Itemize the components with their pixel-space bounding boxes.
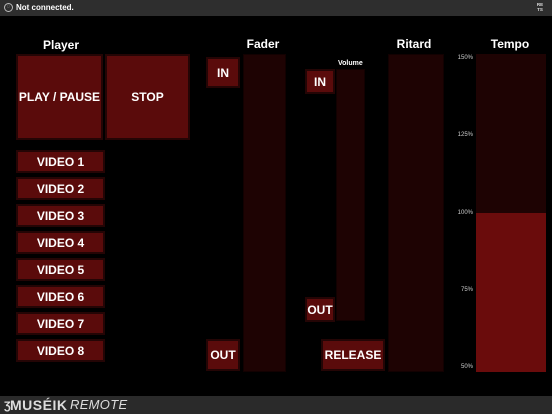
tempo-header: Tempo xyxy=(490,37,530,51)
ritard-slider[interactable] xyxy=(388,54,444,372)
volume-slider[interactable] xyxy=(336,69,365,321)
tempo-tick-50: 50% xyxy=(460,364,473,370)
ritard-out-button[interactable]: OUT xyxy=(305,297,335,322)
corner-badge[interactable]: RE TS xyxy=(534,2,546,12)
ritard-header: Ritard xyxy=(396,37,432,51)
tempo-tick-150: 150% xyxy=(457,55,473,61)
tempo-level-fill xyxy=(476,213,546,372)
circle-status-icon: ◌ xyxy=(4,3,13,12)
video-3-button[interactable]: VIDEO 3 xyxy=(16,204,105,227)
video-2-button[interactable]: VIDEO 2 xyxy=(16,177,105,200)
stop-button[interactable]: STOP xyxy=(105,54,190,140)
video-7-button[interactable]: VIDEO 7 xyxy=(16,312,105,335)
video-8-button[interactable]: VIDEO 8 xyxy=(16,339,105,362)
video-1-button[interactable]: VIDEO 1 xyxy=(16,150,105,173)
play-pause-button[interactable]: PLAY / PAUSE xyxy=(16,54,103,140)
fader-in-button[interactable]: IN xyxy=(206,57,240,88)
fader-slider[interactable] xyxy=(243,54,286,372)
video-6-button[interactable]: VIDEO 6 xyxy=(16,285,105,308)
fader-header: Fader xyxy=(246,37,280,51)
video-5-button[interactable]: VIDEO 5 xyxy=(16,258,105,281)
tempo-tick-75: 75% xyxy=(460,287,473,293)
brand-suffix: REMOTE xyxy=(70,397,128,412)
volume-label: Volume xyxy=(338,60,363,67)
fader-out-button[interactable]: OUT xyxy=(206,339,240,371)
connection-status: Not connected. xyxy=(16,3,74,12)
release-button[interactable]: RELEASE xyxy=(321,339,385,371)
tempo-tick-100: 100% xyxy=(457,210,473,216)
tempo-tick-125: 125% xyxy=(457,132,473,138)
brand-name: MUSÉIK xyxy=(10,397,68,413)
status-bar: ◌ Not connected. RE TS xyxy=(0,0,552,16)
player-header: Player xyxy=(42,38,80,52)
tempo-slider[interactable] xyxy=(476,54,546,372)
video-4-button[interactable]: VIDEO 4 xyxy=(16,231,105,254)
ritard-in-button[interactable]: IN xyxy=(305,69,335,94)
